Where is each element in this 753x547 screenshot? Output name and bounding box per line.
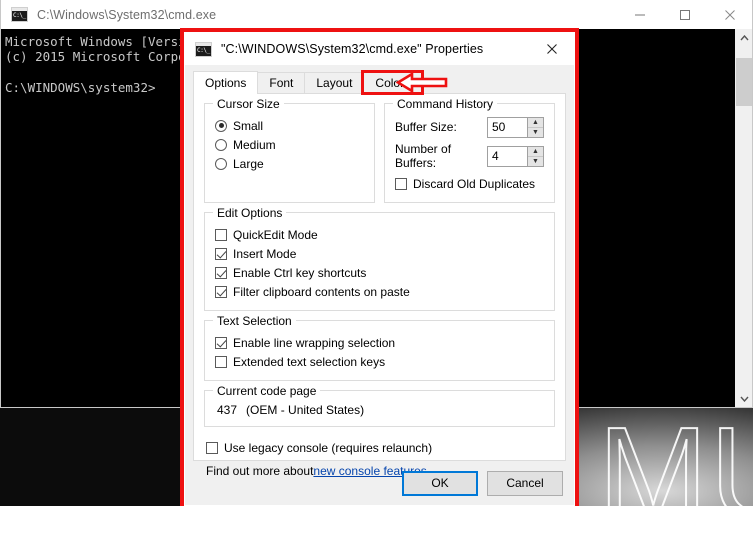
tab-font-label: Font: [269, 76, 293, 90]
checkbox-enable-ctrl-key-shortcuts[interactable]: Enable Ctrl key shortcuts: [215, 263, 544, 282]
scroll-down-icon[interactable]: [736, 390, 752, 407]
checkbox-enable-line-wrapping-selection[interactable]: Enable line wrapping selection: [215, 333, 544, 352]
buffer-size-label: Buffer Size:: [395, 120, 487, 134]
number-of-buffers-spin-buttons[interactable]: ▲ ▼: [527, 146, 544, 167]
checkbox-insert-mode[interactable]: Insert Mode: [215, 244, 544, 263]
ok-button-label: OK: [431, 476, 448, 490]
radio-label-small: Small: [233, 119, 263, 133]
checkbox-filter-clipboard-contents-on-paste[interactable]: Filter clipboard contents on paste: [215, 282, 544, 301]
current-code-page-group: Current code page 437(OEM - United State…: [204, 390, 555, 427]
edit-options-group: Edit Options QuickEdit Mode Insert Mode …: [204, 212, 555, 311]
minimize-icon[interactable]: [617, 0, 662, 29]
cancel-button-label: Cancel: [506, 476, 543, 490]
checkbox-extended-text-selection-keys[interactable]: Extended text selection keys: [215, 352, 544, 371]
spin-down-icon[interactable]: ▼: [528, 157, 543, 166]
checkbox-icon-discard-old-duplicates: [395, 178, 407, 190]
console-scrollbar[interactable]: [735, 29, 752, 407]
tab-layout-label: Layout: [316, 76, 352, 90]
command-history-group: Command History Buffer Size: 50 ▲ ▼ Numb…: [384, 103, 555, 203]
checkbox-label-use-legacy-console: Use legacy console (requires relaunch): [224, 441, 432, 455]
current-code-page-legend: Current code page: [213, 384, 320, 398]
cmd-properties-dialog: "C:\WINDOWS\System32\cmd.exe" Properties…: [184, 32, 575, 506]
tab-strip: Options Font Layout Colors: [193, 71, 574, 93]
radio-cursor-large[interactable]: Large: [215, 154, 364, 173]
buffer-size-input[interactable]: 50: [487, 117, 527, 138]
radio-cursor-medium[interactable]: Medium: [215, 135, 364, 154]
text-selection-group: Text Selection Enable line wrapping sele…: [204, 320, 555, 381]
radio-label-medium: Medium: [233, 138, 276, 152]
text-selection-legend: Text Selection: [213, 314, 296, 328]
number-of-buffers-row: Number of Buffers: 4 ▲ ▼: [395, 145, 544, 167]
checkbox-label-enable-ctrl-key-shortcuts: Enable Ctrl key shortcuts: [233, 266, 366, 280]
spin-up-icon[interactable]: ▲: [528, 147, 543, 157]
options-tab-panel: Cursor Size Small Medium Large: [193, 93, 566, 461]
current-code-page-value: 437 (OEM - United States): [215, 403, 544, 417]
checkbox-icon-use-legacy-console: [206, 442, 218, 454]
wallpaper-text: MUS: [598, 408, 753, 540]
checkbox-label-discard-old-duplicates: Discard Old Duplicates: [413, 177, 535, 191]
checkbox-label-filter-clipboard-contents-on-paste: Filter clipboard contents on paste: [233, 285, 410, 299]
tab-options-label: Options: [205, 76, 246, 90]
radio-icon-small: [215, 120, 227, 132]
radio-icon-large: [215, 158, 227, 170]
annotation-arrow-icon: [396, 72, 448, 93]
checkbox-quickedit-mode[interactable]: QuickEdit Mode: [215, 225, 544, 244]
checkbox-use-legacy-console[interactable]: Use legacy console (requires relaunch): [206, 438, 555, 457]
dialog-footer: OK Cancel: [185, 461, 574, 505]
dialog-title: "C:\WINDOWS\System32\cmd.exe" Properties: [221, 42, 483, 56]
checkbox-label-extended-text-selection-keys: Extended text selection keys: [233, 355, 385, 369]
radio-label-large: Large: [233, 157, 264, 171]
checkbox-icon-enable-line-wrapping-selection: [215, 337, 227, 349]
cmd-icon: [11, 7, 28, 22]
checkbox-icon-insert-mode: [215, 248, 227, 260]
spin-down-icon[interactable]: ▼: [528, 128, 543, 137]
checkbox-label-enable-line-wrapping-selection: Enable line wrapping selection: [233, 336, 395, 350]
dialog-cmd-icon: [195, 42, 212, 57]
cursor-size-legend: Cursor Size: [213, 97, 284, 111]
checkbox-discard-old-duplicates[interactable]: Discard Old Duplicates: [395, 174, 544, 193]
command-history-legend: Command History: [393, 97, 497, 111]
dialog-titlebar: "C:\WINDOWS\System32\cmd.exe" Properties: [185, 33, 574, 65]
buffer-size-stepper[interactable]: 50 ▲ ▼: [487, 117, 544, 138]
number-of-buffers-label: Number of Buffers:: [395, 142, 487, 170]
dialog-close-icon[interactable]: [530, 33, 574, 65]
cursor-size-group: Cursor Size Small Medium Large: [204, 103, 375, 203]
maximize-icon[interactable]: [662, 0, 707, 29]
checkbox-label-insert-mode: Insert Mode: [233, 247, 296, 261]
number-of-buffers-stepper[interactable]: 4 ▲ ▼: [487, 146, 544, 167]
code-page-description: (OEM - United States): [246, 403, 364, 417]
scroll-up-icon[interactable]: [736, 29, 752, 46]
code-page-number: 437: [217, 403, 237, 417]
cancel-button[interactable]: Cancel: [487, 471, 563, 496]
buffer-size-row: Buffer Size: 50 ▲ ▼: [395, 116, 544, 138]
checkbox-icon-extended-text-selection-keys: [215, 356, 227, 368]
tab-font[interactable]: Font: [257, 72, 305, 93]
console-window-controls: [617, 0, 752, 29]
console-titlebar: C:\Windows\System32\cmd.exe: [1, 0, 752, 29]
radio-icon-medium: [215, 139, 227, 151]
tab-options[interactable]: Options: [193, 71, 258, 94]
console-title: C:\Windows\System32\cmd.exe: [37, 8, 216, 22]
scrollbar-track[interactable]: [736, 46, 752, 390]
checkbox-icon-enable-ctrl-key-shortcuts: [215, 267, 227, 279]
tab-layout[interactable]: Layout: [304, 72, 364, 93]
dialog-content: Options Font Layout Colors Curso: [185, 65, 574, 505]
scrollbar-thumb[interactable]: [736, 58, 752, 106]
spin-up-icon[interactable]: ▲: [528, 118, 543, 128]
checkbox-label-quickedit-mode: QuickEdit Mode: [233, 228, 318, 242]
buffer-size-spin-buttons[interactable]: ▲ ▼: [527, 117, 544, 138]
close-icon[interactable]: [707, 0, 752, 29]
ok-button[interactable]: OK: [402, 471, 478, 496]
edit-options-legend: Edit Options: [213, 206, 286, 220]
checkbox-icon-filter-clipboard-contents-on-paste: [215, 286, 227, 298]
checkbox-icon-quickedit-mode: [215, 229, 227, 241]
number-of-buffers-input[interactable]: 4: [487, 146, 527, 167]
radio-cursor-small[interactable]: Small: [215, 116, 364, 135]
